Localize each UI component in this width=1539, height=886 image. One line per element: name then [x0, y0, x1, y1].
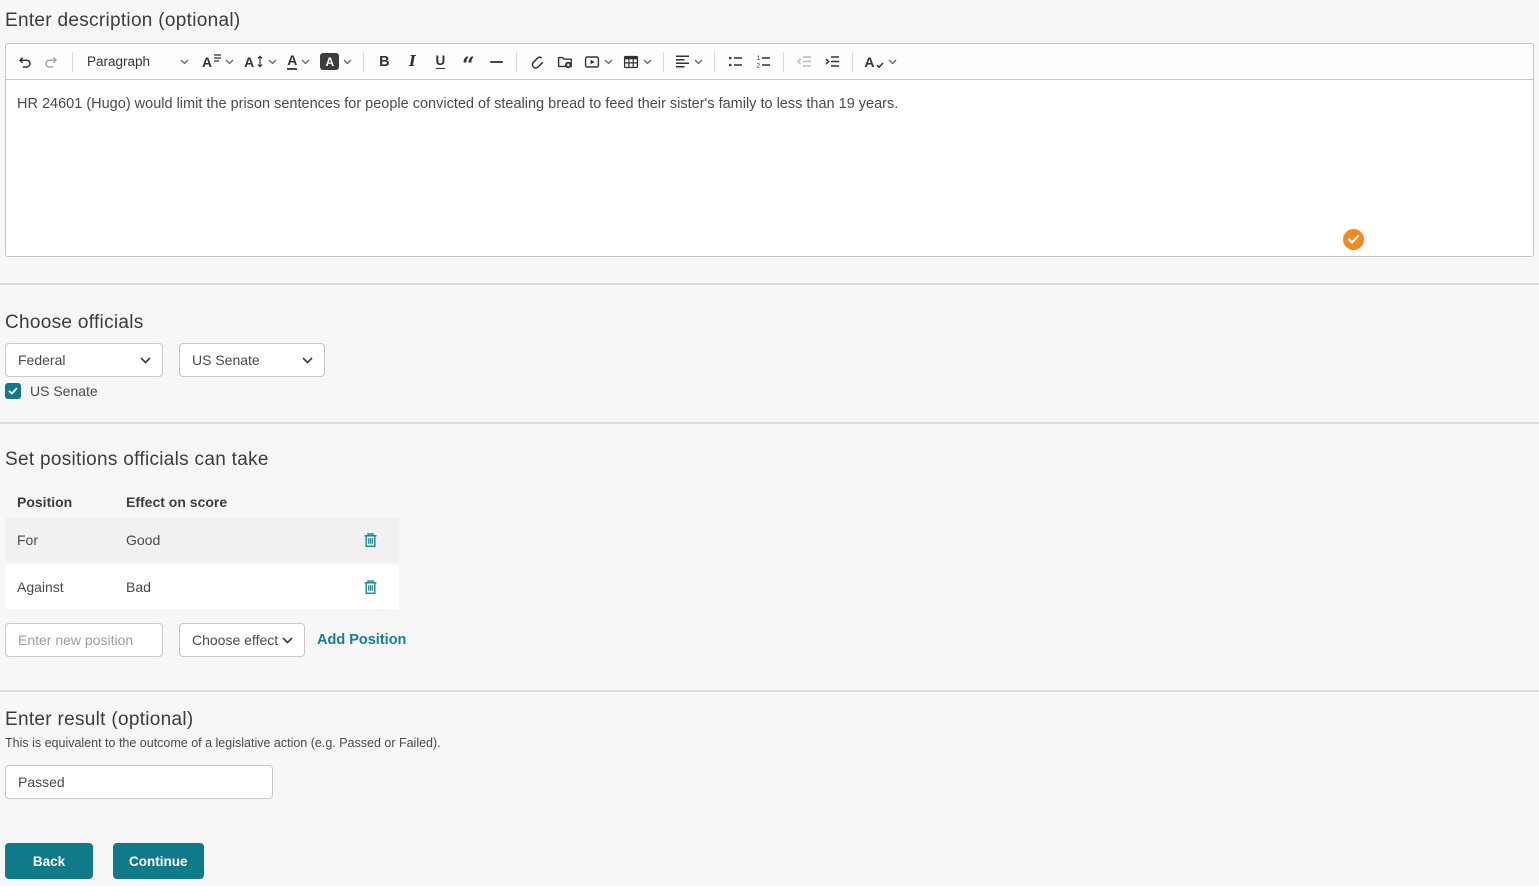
redo-icon[interactable] — [38, 48, 66, 76]
chevron-down-icon — [301, 59, 310, 64]
delete-position-button[interactable] — [361, 530, 380, 550]
chevron-down-icon — [604, 59, 613, 64]
insert-file-icon[interactable] — [551, 48, 579, 76]
chevron-down-icon — [268, 59, 277, 64]
svg-text:2: 2 — [756, 63, 760, 68]
toolbar-separator — [516, 51, 518, 72]
insert-table-icon[interactable] — [618, 48, 657, 76]
positions-table: Position Effect on score For Good Agains… — [5, 494, 399, 609]
section-divider — [0, 422, 1539, 424]
section-divider — [0, 690, 1539, 692]
effect-select-value: Choose effect — [192, 632, 279, 648]
font-background-color-icon[interactable]: A — [315, 48, 357, 76]
result-input[interactable] — [5, 765, 273, 799]
body-select-value: US Senate — [192, 352, 260, 368]
effect-cell: Good — [126, 532, 161, 548]
check-icon — [1348, 235, 1359, 244]
jurisdiction-select-value: Federal — [18, 352, 66, 368]
effect-select[interactable]: Choose effect — [179, 623, 305, 657]
effect-column-header: Effect on score — [126, 494, 228, 510]
chevron-down-icon — [302, 356, 313, 364]
block-quote-icon[interactable]: “ — [454, 48, 482, 77]
result-heading: Enter result (optional) — [5, 709, 194, 730]
toolbar-separator — [663, 51, 665, 72]
table-row: For Good — [5, 518, 399, 562]
chevron-down-icon — [140, 356, 151, 364]
text-style-icon[interactable]: A — [859, 48, 901, 76]
chevron-down-icon — [888, 59, 896, 64]
font-color-icon[interactable]: A — [282, 48, 315, 76]
check-icon — [8, 387, 18, 395]
decrease-indent-icon[interactable] — [790, 48, 818, 76]
horizontal-line-icon[interactable] — [482, 48, 510, 76]
toolbar-separator — [852, 51, 854, 72]
positions-table-header: Position Effect on score — [5, 494, 399, 514]
increase-indent-icon[interactable] — [818, 48, 846, 76]
font-family-icon[interactable]: A — [197, 48, 239, 76]
toolbar-separator — [72, 51, 73, 72]
position-cell: For — [17, 532, 38, 548]
svg-text:1: 1 — [756, 55, 760, 62]
insert-media-icon[interactable] — [579, 48, 618, 76]
chevron-down-icon — [225, 59, 234, 64]
position-column-header: Position — [17, 494, 73, 510]
trash-icon — [364, 580, 376, 594]
delete-position-button[interactable] — [361, 577, 380, 597]
undo-icon[interactable] — [10, 48, 38, 76]
description-editor-area[interactable]: HR 24601 (Hugo) would limit the prison s… — [6, 80, 1533, 256]
body-select[interactable]: US Senate — [179, 343, 325, 377]
chevron-down-icon — [694, 59, 703, 64]
description-text: HR 24601 (Hugo) would limit the prison s… — [17, 96, 899, 112]
paragraph-format-label: Paragraph — [87, 54, 151, 69]
underline-icon[interactable]: U — [426, 48, 454, 76]
toolbar-separator — [783, 51, 785, 72]
new-position-input[interactable] — [5, 623, 163, 657]
italic-icon[interactable]: I — [398, 48, 426, 76]
chevron-down-icon — [343, 59, 352, 64]
editor-toolbar: Paragraph A A A A B I U “ 1 2 A — [6, 44, 1533, 80]
us-senate-checkbox[interactable] — [5, 383, 21, 399]
trash-icon — [364, 533, 376, 547]
chevron-down-icon — [180, 59, 189, 64]
continue-button[interactable]: Continue — [113, 843, 204, 879]
paragraph-format-dropdown[interactable]: Paragraph — [79, 48, 197, 76]
link-icon[interactable] — [523, 48, 551, 76]
back-button[interactable]: Back — [5, 843, 93, 879]
officials-heading: Choose officials — [5, 312, 144, 333]
bulleted-list-icon[interactable] — [721, 48, 749, 76]
jurisdiction-select[interactable]: Federal — [5, 343, 163, 377]
numbered-list-icon[interactable]: 12 — [749, 48, 777, 76]
text-alignment-icon[interactable] — [670, 48, 708, 76]
description-heading: Enter description (optional) — [5, 10, 241, 31]
positions-heading: Set positions officials can take — [5, 449, 269, 470]
font-size-icon[interactable]: A — [239, 48, 282, 76]
position-cell: Against — [17, 579, 64, 595]
us-senate-checkbox-label: US Senate — [30, 383, 98, 399]
chevron-down-icon — [643, 59, 652, 64]
toolbar-separator — [714, 51, 716, 72]
effect-cell: Bad — [126, 579, 151, 595]
valid-check-badge — [1343, 229, 1364, 250]
result-helper-text: This is equivalent to the outcome of a l… — [5, 736, 441, 750]
section-divider — [0, 283, 1539, 285]
rich-text-editor: Paragraph A A A A B I U “ 1 2 A HR 24601… — [5, 43, 1534, 257]
bold-icon[interactable]: B — [370, 48, 398, 76]
chevron-down-icon — [282, 636, 293, 644]
table-row: Against Bad — [5, 565, 399, 609]
toolbar-separator — [363, 51, 365, 72]
add-position-button[interactable]: Add Position — [317, 632, 406, 648]
